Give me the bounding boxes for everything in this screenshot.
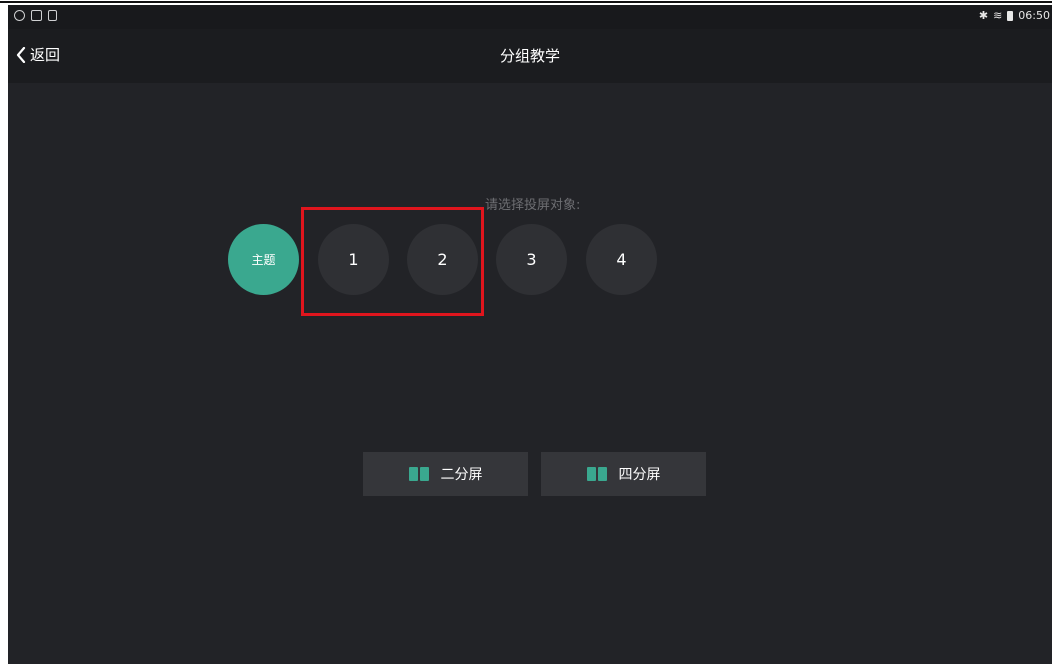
clock: 06:50: [1018, 9, 1050, 22]
image-icon: [31, 10, 42, 21]
four-split-screen-button[interactable]: 四分屏: [541, 452, 706, 496]
split-screen-icon: [586, 467, 607, 481]
split-screen-icon: [408, 467, 429, 481]
phone-icon: [48, 10, 57, 21]
battery-icon: [1007, 10, 1014, 21]
wifi-icon: ≋: [993, 9, 1003, 22]
target-group-3-button[interactable]: 3: [496, 224, 567, 295]
page-title: 分组教学: [499, 47, 560, 65]
target-group-2-button[interactable]: 2: [407, 224, 478, 295]
target-group-4-button[interactable]: 4: [586, 224, 657, 295]
status-bar: ✱ ≋ 06:50: [8, 5, 1052, 29]
app-window: ✱ ≋ 06:50 返回 分组教学 请选择投屏对象: 主题 1 2 3 4 二分…: [8, 5, 1052, 664]
target-group-1-button[interactable]: 1: [318, 224, 389, 295]
select-target-prompt: 请选择投屏对象:: [485, 198, 581, 213]
two-split-label: 二分屏: [440, 467, 483, 483]
two-split-screen-button[interactable]: 二分屏: [363, 452, 528, 496]
system-icons: ✱ ≋ 06:50: [979, 9, 1050, 22]
notification-icons: [14, 10, 57, 21]
four-split-label: 四分屏: [618, 467, 661, 483]
bluetooth-icon: ✱: [978, 9, 989, 22]
nav-bar: 返回 分组教学: [8, 29, 1052, 83]
top-border: [0, 1, 1052, 3]
wechat-icon: [14, 10, 25, 21]
target-theme-button[interactable]: 主题: [228, 224, 299, 295]
